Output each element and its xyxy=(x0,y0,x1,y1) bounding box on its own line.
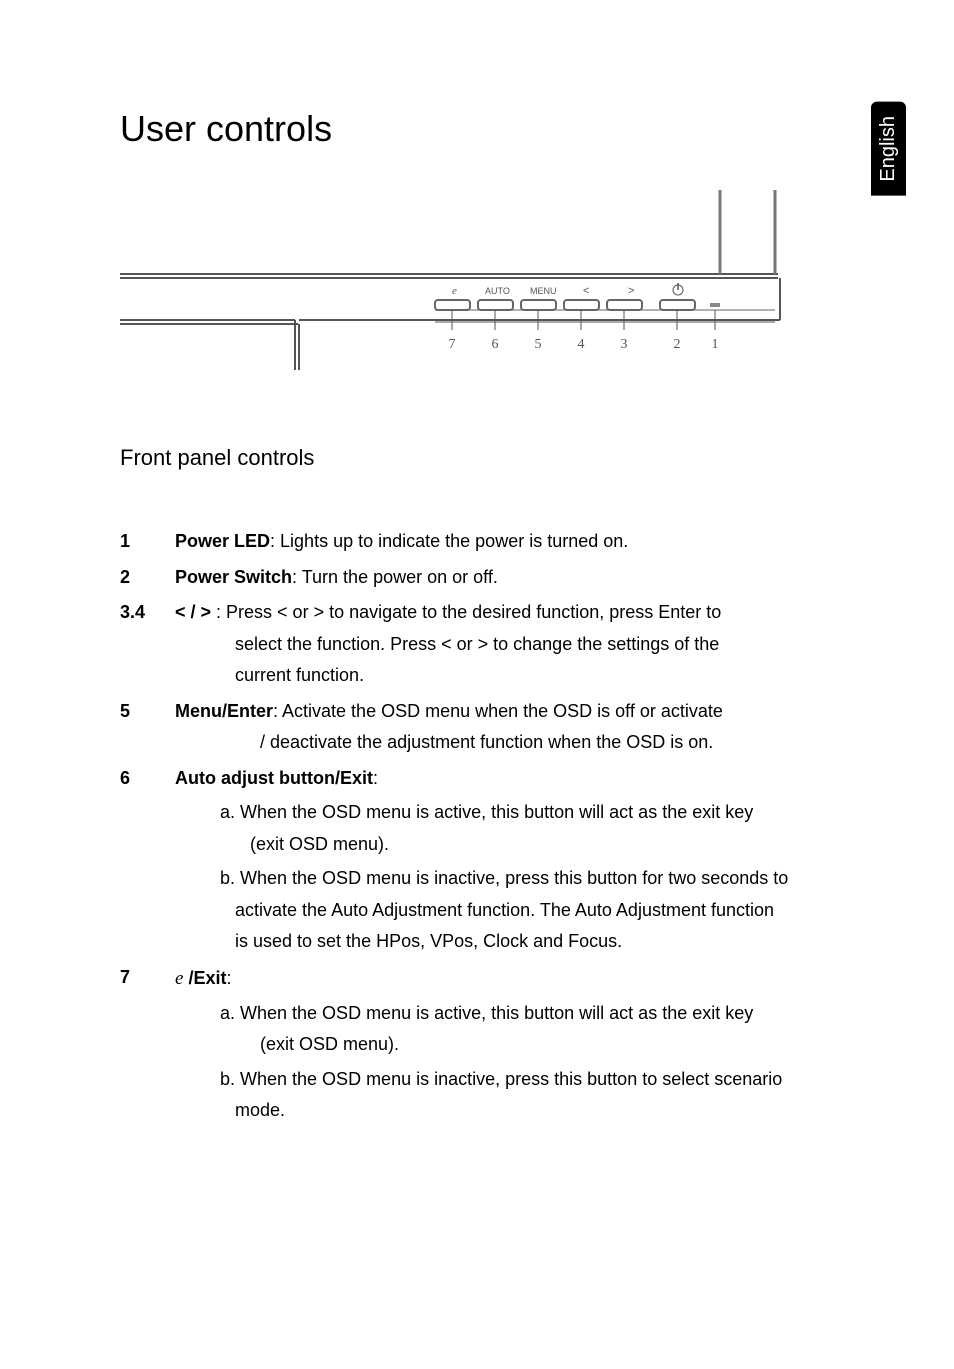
item-number: 1 xyxy=(120,526,175,558)
item-7a-cont: (exit OSD menu). xyxy=(260,1029,800,1061)
item-body: Auto adjust button/Exit: a. When the OSD… xyxy=(175,763,800,958)
control-item-6: 6 Auto adjust button/Exit: a. When the O… xyxy=(120,763,800,958)
item-body: Menu/Enter: Activate the OSD menu when t… xyxy=(175,696,800,759)
control-item-1: 1 Power LED: Lights up to indicate the p… xyxy=(120,526,800,558)
control-item-7: 7 e /Exit: a. When the OSD menu is activ… xyxy=(120,962,800,1127)
diagram-num-6: 6 xyxy=(492,337,499,352)
item-body: Power LED: Lights up to indicate the pow… xyxy=(175,526,800,558)
desc-34-cont2: current function. xyxy=(235,660,800,692)
item-body: Power Switch: Turn the power on or off. xyxy=(175,562,800,594)
item-6a-cont: (exit OSD menu). xyxy=(250,829,800,861)
diagram-num-4: 4 xyxy=(578,337,585,352)
term-exit: /Exit xyxy=(183,968,226,988)
desc-34: : Press < or > to navigate to the desire… xyxy=(211,602,721,622)
desc-34-cont1: select the function. Press < or > to cha… xyxy=(235,629,800,661)
diagram-num-2: 2 xyxy=(674,337,681,352)
desc-1: : Lights up to indicate the power is tur… xyxy=(270,531,628,551)
item-number: 5 xyxy=(120,696,175,759)
item-number: 3.4 xyxy=(120,597,175,692)
item-7b: b. When the OSD menu is inactive, press … xyxy=(220,1064,800,1096)
item-number: 6 xyxy=(120,763,175,958)
desc-5: : Activate the OSD menu when the OSD is … xyxy=(273,701,723,721)
colon-7: : xyxy=(226,968,231,988)
item-body: < / > : Press < or > to navigate to the … xyxy=(175,597,800,692)
diagram-num-3: 3 xyxy=(621,337,628,352)
diagram-label-e: e xyxy=(452,285,457,297)
diagram-num-5: 5 xyxy=(535,337,542,352)
front-panel-diagram: e AUTO MENU < > xyxy=(120,190,800,370)
item-6a: a. When the OSD menu is active, this but… xyxy=(220,797,800,829)
item-number: 2 xyxy=(120,562,175,594)
term-power-switch: Power Switch xyxy=(175,567,292,587)
document-content: User controls e AUTO MENU < > xyxy=(120,108,800,1131)
term-auto-adjust: Auto adjust button/Exit xyxy=(175,768,373,788)
term-nav: < / > xyxy=(175,602,211,622)
diagram-label-lt: < xyxy=(583,285,589,297)
item-6b-cont2: is used to set the HPos, VPos, Clock and… xyxy=(235,926,800,958)
desc-5-cont1: / deactivate the adjustment function whe… xyxy=(260,727,800,759)
colon-6: : xyxy=(373,768,378,788)
diagram-num-7: 7 xyxy=(449,337,456,352)
page-title: User controls xyxy=(120,108,800,150)
item-6b: b. When the OSD menu is inactive, press … xyxy=(220,863,800,895)
language-tab: English xyxy=(871,102,906,196)
diagram-label-auto: AUTO xyxy=(485,286,510,296)
term-menu-enter: Menu/Enter xyxy=(175,701,273,721)
item-body: e /Exit: a. When the OSD menu is active,… xyxy=(175,962,800,1127)
item-number: 7 xyxy=(120,962,175,1127)
item-7b-cont: mode. xyxy=(235,1095,800,1127)
controls-list: 1 Power LED: Lights up to indicate the p… xyxy=(120,526,800,1127)
desc-2: : Turn the power on or off. xyxy=(292,567,498,587)
term-power-led: Power LED xyxy=(175,531,270,551)
control-item-3-4: 3.4 < / > : Press < or > to navigate to … xyxy=(120,597,800,692)
diagram-num-1: 1 xyxy=(712,337,719,352)
item-7a: a. When the OSD menu is active, this but… xyxy=(220,998,800,1030)
diagram-label-gt: > xyxy=(628,285,634,297)
item-6b-cont1: activate the Auto Adjustment function. T… xyxy=(235,895,800,927)
section-title: Front panel controls xyxy=(120,445,800,471)
control-item-2: 2 Power Switch: Turn the power on or off… xyxy=(120,562,800,594)
diagram-label-menu: MENU xyxy=(530,286,557,296)
control-item-5: 5 Menu/Enter: Activate the OSD menu when… xyxy=(120,696,800,759)
